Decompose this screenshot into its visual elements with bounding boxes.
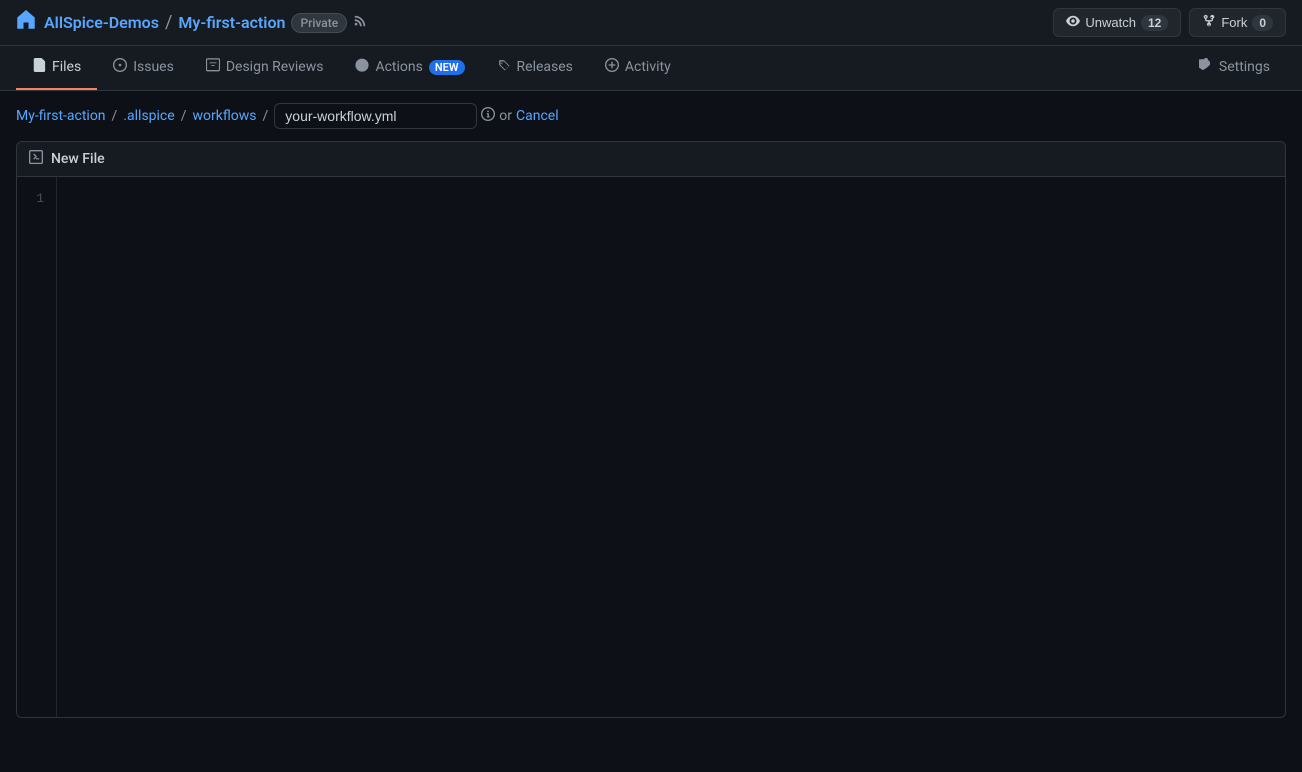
breadcrumb-sep1: / <box>112 108 118 124</box>
filename-input[interactable] <box>274 103 477 129</box>
unwatch-icon <box>1066 14 1080 31</box>
rss-icon[interactable] <box>353 14 367 32</box>
nav-tab-design-reviews-label: Design Reviews <box>226 59 324 75</box>
unwatch-count: 12 <box>1141 15 1168 31</box>
nav-tab-actions[interactable]: Actions new <box>339 46 480 90</box>
breadcrumb-sep3: / <box>263 108 269 124</box>
nav-tab-releases-label: Releases <box>517 59 573 75</box>
design-reviews-icon <box>206 58 220 76</box>
fork-icon <box>1202 14 1216 31</box>
fork-count: 0 <box>1252 15 1273 31</box>
nav-tab-activity-label: Activity <box>625 59 671 75</box>
cancel-link[interactable]: Cancel <box>516 108 559 124</box>
nav-tab-design-reviews[interactable]: Design Reviews <box>190 46 340 90</box>
repo-nav: Files Issues Design Reviews Actions new <box>0 46 1302 91</box>
files-icon <box>32 58 46 76</box>
visibility-badge: Private <box>291 13 347 33</box>
repo-owner-link[interactable]: AllSpice-Demos <box>44 13 159 32</box>
logo[interactable] <box>16 10 36 35</box>
activity-icon <box>605 58 619 76</box>
nav-tab-settings[interactable]: Settings <box>1183 46 1286 90</box>
breadcrumb-root-link[interactable]: My-first-action <box>16 108 106 124</box>
unwatch-button[interactable]: Unwatch 12 <box>1053 8 1181 37</box>
settings-icon <box>1199 58 1213 76</box>
editor-body: 1 <box>17 177 1285 717</box>
nav-tab-settings-label: Settings <box>1219 59 1270 75</box>
repo-name-link[interactable]: My-first-action <box>178 13 285 32</box>
editor-container: New File 1 <box>16 141 1286 718</box>
issues-icon <box>113 58 127 76</box>
breadcrumb-sep2: / <box>181 108 187 124</box>
or-cancel-section: or Cancel <box>499 108 558 124</box>
editor-header: New File <box>17 142 1285 177</box>
code-icon <box>29 150 43 168</box>
fork-button[interactable]: Fork 0 <box>1189 8 1286 37</box>
nav-tab-actions-label: Actions <box>375 59 422 75</box>
nav-tab-files-label: Files <box>52 59 81 75</box>
nav-tab-releases[interactable]: Releases <box>481 46 589 90</box>
breadcrumb-seg1-link[interactable]: .allspice <box>123 108 174 124</box>
repo-separator: / <box>165 12 172 33</box>
actions-new-badge: new <box>429 60 465 75</box>
unwatch-label: Unwatch <box>1085 15 1136 30</box>
breadcrumb-seg2-link[interactable]: workflows <box>192 108 256 124</box>
editor-title: New File <box>51 151 105 167</box>
line-number-1: 1 <box>33 189 44 210</box>
editor-content[interactable] <box>57 177 1285 717</box>
breadcrumb-bar: My-first-action / .allspice / workflows … <box>0 91 1302 141</box>
info-icon[interactable] <box>481 107 495 125</box>
home-icon <box>16 10 36 35</box>
actions-icon <box>355 58 369 76</box>
header-actions: Unwatch 12 Fork 0 <box>1053 8 1286 37</box>
line-numbers: 1 <box>17 177 57 717</box>
nav-tab-activity[interactable]: Activity <box>589 46 687 90</box>
nav-tab-issues-label: Issues <box>133 59 174 75</box>
top-nav: AllSpice-Demos / My-first-action Private… <box>0 0 1302 46</box>
nav-tab-files[interactable]: Files <box>16 46 97 90</box>
fork-label: Fork <box>1221 15 1247 30</box>
or-text: or <box>499 108 512 124</box>
repo-title: AllSpice-Demos / My-first-action Private <box>44 12 367 33</box>
releases-icon <box>497 58 511 76</box>
nav-tab-issues[interactable]: Issues <box>97 46 190 90</box>
